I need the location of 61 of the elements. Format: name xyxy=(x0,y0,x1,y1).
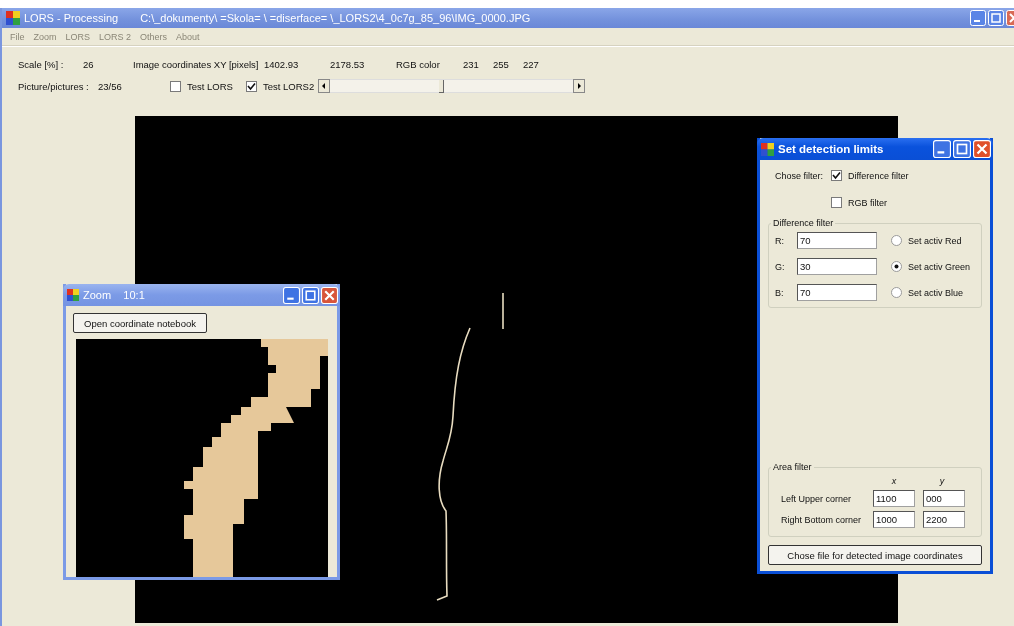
threshold-field[interactable]: 70 xyxy=(797,284,877,301)
checkbox-label: Test LORS2 xyxy=(263,80,315,92)
close-icon[interactable] xyxy=(321,286,338,304)
y-field[interactable]: 2200 xyxy=(923,511,965,528)
pictures-value: 23/56 xyxy=(98,80,123,92)
channel-label: G: xyxy=(775,261,786,272)
window-title: Set detection limits xyxy=(778,143,884,155)
minimize-icon[interactable] xyxy=(283,286,300,304)
app-icon xyxy=(6,11,20,25)
info-value: 26 xyxy=(83,58,95,70)
picture-scrollbar[interactable] xyxy=(318,79,585,93)
radio-button[interactable] xyxy=(891,287,902,298)
filter-label: Chose filter: xyxy=(775,171,824,183)
checkbox[interactable] xyxy=(246,80,257,92)
maximize-icon[interactable] xyxy=(988,10,1004,26)
checkbox-label: RGB filter xyxy=(848,197,888,208)
maximize-icon[interactable] xyxy=(302,286,319,304)
channel-label: B: xyxy=(775,287,785,298)
info-value: 255 xyxy=(493,58,510,70)
maximize-icon[interactable] xyxy=(953,140,971,158)
radio-label: Set activ Green xyxy=(908,261,971,272)
checkbox-label: Test LORS xyxy=(187,80,233,92)
channel-label: R: xyxy=(775,235,785,246)
info-value: 2178.53 xyxy=(330,58,366,70)
x-field[interactable]: 1000 xyxy=(873,511,915,528)
app-icon xyxy=(761,142,774,156)
info-value: 1402.93 xyxy=(264,58,300,70)
info-value: 227 xyxy=(523,58,540,70)
close-icon[interactable] xyxy=(973,140,991,158)
choose-file-button[interactable]: Chose file for detected image coordinates xyxy=(768,545,982,565)
x-field[interactable]: 1100 xyxy=(873,490,915,507)
window-title: Zoom 10:1 xyxy=(83,289,145,301)
pictures-label: Picture/pictures : xyxy=(18,80,90,92)
radio-label: Set activ Red xyxy=(908,235,962,246)
corner-label: Left Upper corner xyxy=(781,493,853,504)
checkbox[interactable] xyxy=(831,197,843,208)
corner-label: Right Bottom corner xyxy=(781,514,863,525)
radio-button[interactable] xyxy=(891,261,902,272)
close-icon[interactable] xyxy=(1006,10,1014,26)
column-header: x xyxy=(890,476,898,486)
info-label: Scale [%] : xyxy=(18,58,65,70)
window-title: LORS - Processing xyxy=(24,12,119,24)
column-header: y xyxy=(938,476,946,486)
radio-button[interactable] xyxy=(891,235,902,246)
app-icon xyxy=(67,289,79,301)
checkbox[interactable] xyxy=(831,170,843,181)
group-title: Difference filter xyxy=(772,218,835,228)
minimize-icon[interactable] xyxy=(933,140,951,158)
checkbox[interactable] xyxy=(170,80,181,92)
open-notebook-button[interactable]: Open coordinate notebook xyxy=(73,313,207,333)
threshold-field[interactable]: 70 xyxy=(797,232,877,249)
info-label: Image coordinates XY [pixels] xyxy=(133,58,260,70)
y-field[interactable]: 000 xyxy=(923,490,965,507)
minimize-icon[interactable] xyxy=(970,10,986,26)
info-label: RGB color xyxy=(396,58,441,70)
threshold-field[interactable]: 30 xyxy=(797,258,877,275)
info-value: 231 xyxy=(463,58,480,70)
radio-label: Set activ Blue xyxy=(908,287,964,298)
checkbox-label: Difference filter xyxy=(848,170,909,181)
group-title: Area filter xyxy=(772,462,813,472)
file-path: C:\_dokumenty\ =Skola= \ =diserface= \_LORS2\4_0c7g_85_96\IMG_0000.JPG xyxy=(140,12,531,24)
